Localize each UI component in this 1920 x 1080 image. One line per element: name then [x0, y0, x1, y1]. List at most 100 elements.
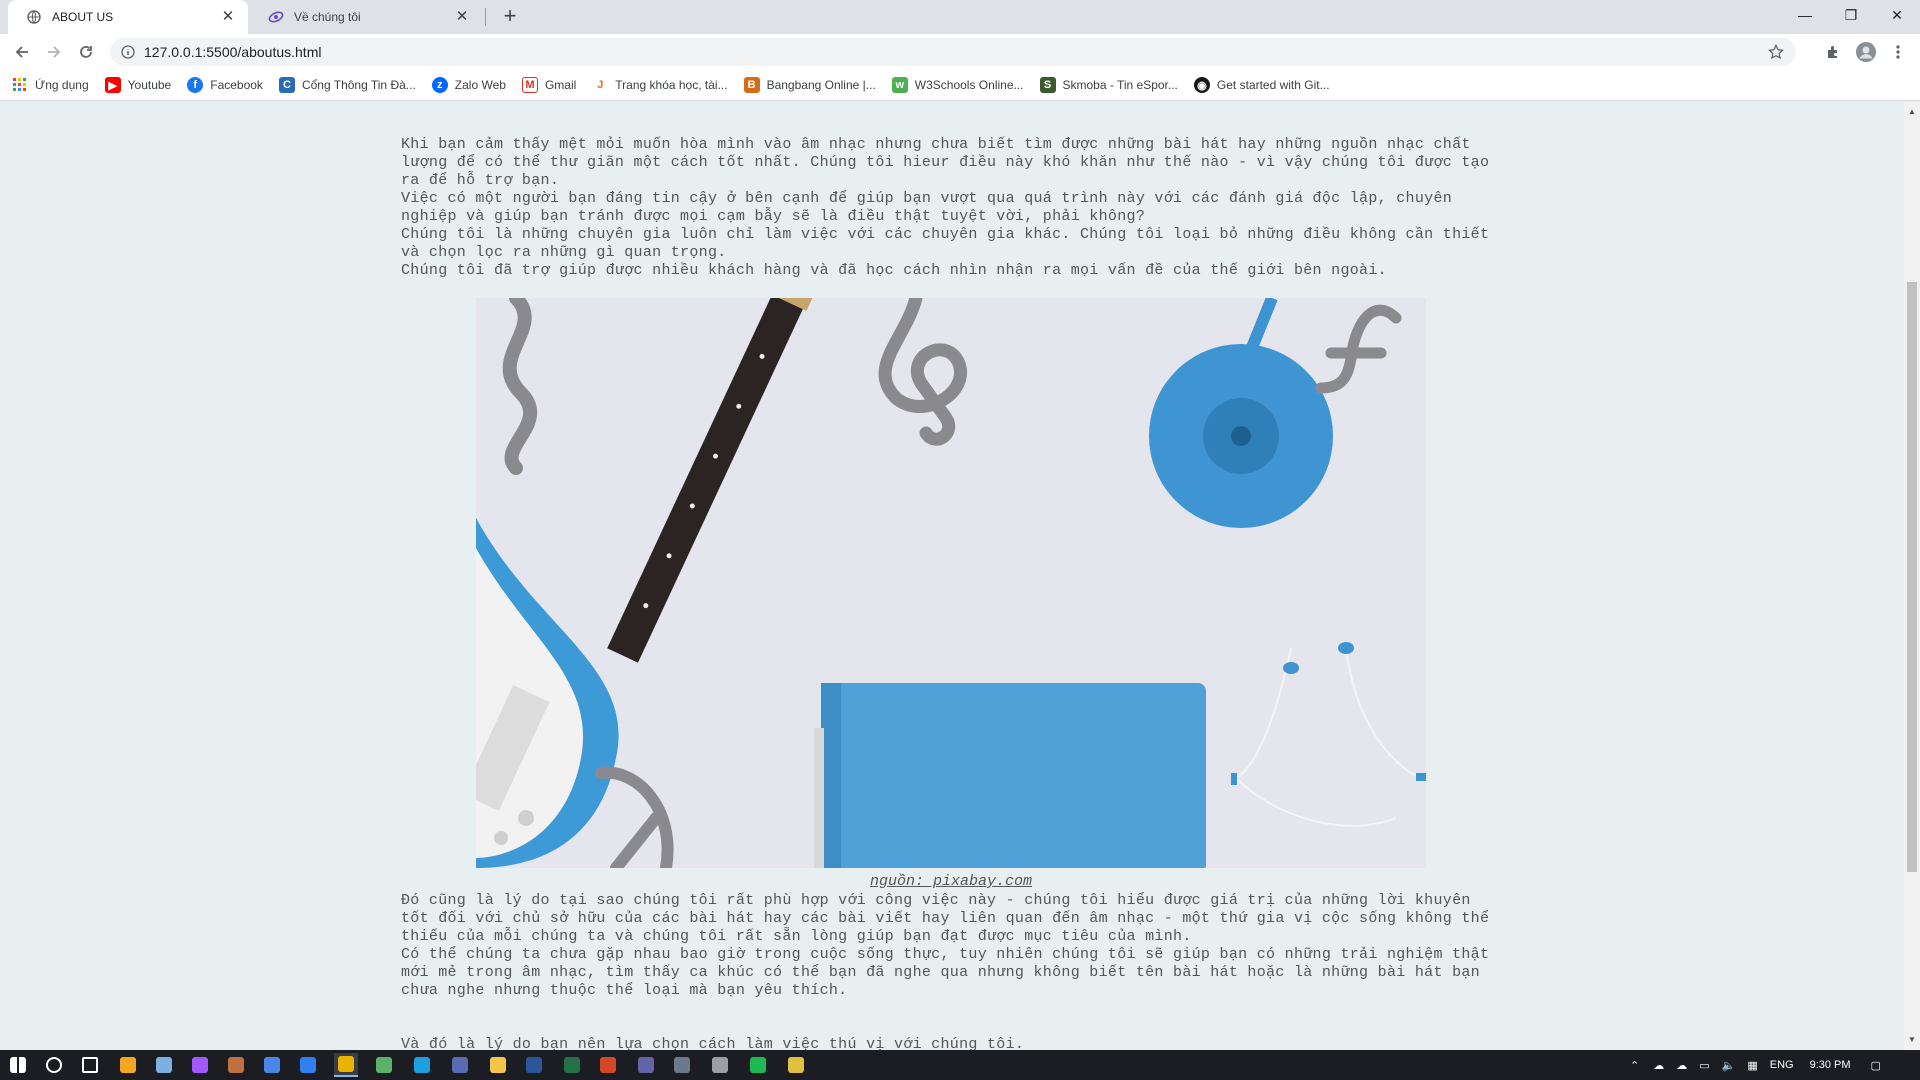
bookmark-zalo[interactable]: z Zalo Web: [431, 77, 506, 93]
clock-time[interactable]: 9:30 PM: [1810, 1059, 1851, 1071]
bookmarks-bar: Ứng dụng ▶ Youtube f Facebook C Cổng Thô…: [0, 70, 1920, 101]
bookmark-label: Youtube: [127, 78, 172, 92]
onedrive-icon[interactable]: ☁: [1653, 1059, 1664, 1072]
scroll-down-icon[interactable]: ▼: [1904, 1032, 1920, 1048]
gmail-icon: M: [521, 77, 538, 93]
minimize-icon: —: [1798, 7, 1812, 23]
game-icon[interactable]: [224, 1053, 248, 1077]
tab-separator: [485, 8, 486, 26]
portal-icon: C: [278, 77, 295, 93]
bookmark-label: Facebook: [210, 78, 263, 92]
extensions-icon[interactable]: [1823, 42, 1843, 62]
new-tab-button[interactable]: +: [498, 5, 522, 29]
page-content: Khi bạn cảm thấy mệt mỏi muốn hòa mình v…: [0, 102, 1904, 1050]
bookmark-course[interactable]: J Trang khóa học, tài...: [592, 77, 728, 93]
page-scrollbar[interactable]: ▲ ▼: [1904, 102, 1920, 1050]
app-green-icon[interactable]: [372, 1053, 396, 1077]
reload-icon: [80, 46, 92, 58]
powerpoint-icon[interactable]: [596, 1053, 620, 1077]
bookmark-facebook[interactable]: f Facebook: [187, 77, 263, 93]
spotify-icon[interactable]: [746, 1053, 770, 1077]
tray-chevron-icon[interactable]: ⌃: [1630, 1059, 1639, 1072]
intro-paragraph: Khi bạn cảm thấy mệt mỏi muốn hòa mình v…: [401, 136, 1490, 189]
menu-kebab-icon[interactable]: [1888, 42, 1908, 62]
paint-icon[interactable]: [152, 1053, 176, 1077]
facebook-icon: f: [187, 77, 204, 93]
info-icon[interactable]: [120, 44, 136, 60]
minimize-button[interactable]: —: [1782, 0, 1828, 30]
app-orange-icon[interactable]: [116, 1053, 140, 1077]
tab-ve-chung-toi[interactable]: Về chúng tôi ✕: [250, 0, 482, 34]
body-paragraph: Đó cũng là lý do tại sao chúng tôi rất p…: [401, 892, 1490, 945]
word-icon[interactable]: [522, 1053, 546, 1077]
reload-button[interactable]: [72, 38, 100, 66]
image-caption-link[interactable]: nguồn: pixabay.com: [401, 873, 1501, 890]
intro-text: Khi bạn cảm thấy mệt mỏi muốn hòa mình v…: [401, 136, 1501, 280]
bookmark-apps[interactable]: Ứng dụng: [12, 77, 89, 93]
address-bar[interactable]: 127.0.0.1:5500/aboutus.html: [110, 38, 1796, 66]
intro-paragraph: Việc có một người bạn đáng tin cậy ở bên…: [401, 190, 1453, 225]
bookmark-portal[interactable]: C Cổng Thông Tin Đà...: [278, 77, 416, 93]
bookmark-youtube[interactable]: ▶ Youtube: [104, 77, 172, 93]
mail-app-icon[interactable]: [260, 1053, 284, 1077]
w3schools-icon: w: [891, 77, 908, 93]
app-window-icon[interactable]: [448, 1053, 472, 1077]
scroll-thumb[interactable]: [1907, 282, 1917, 872]
search-icon[interactable]: [42, 1053, 66, 1077]
app-cloud-icon[interactable]: [708, 1053, 732, 1077]
body-text: Đó cũng là lý do tại sao chúng tôi rất p…: [401, 892, 1501, 1050]
skmoba-icon: S: [1039, 77, 1056, 93]
teams-icon[interactable]: [634, 1053, 658, 1077]
course-icon: J: [592, 77, 609, 93]
site-favicon-icon: [268, 9, 284, 25]
messenger-icon[interactable]: [188, 1053, 212, 1077]
browser-toolbar: 127.0.0.1:5500/aboutus.html: [0, 34, 1920, 70]
forward-button[interactable]: [40, 38, 68, 66]
tab-title: ABOUT US: [52, 10, 114, 24]
chrome-icon[interactable]: [334, 1053, 358, 1077]
bookmark-github[interactable]: ◉ Get started with Git...: [1193, 77, 1330, 93]
apps-grid-icon: [12, 77, 28, 93]
close-window-button[interactable]: ✕: [1874, 0, 1920, 30]
app-yellow-icon[interactable]: [784, 1053, 808, 1077]
start-icon[interactable]: [6, 1053, 30, 1077]
battery-icon[interactable]: ▭: [1699, 1059, 1709, 1072]
notification-icon[interactable]: ▢: [1871, 1059, 1881, 1072]
network-icon[interactable]: ▦: [1747, 1059, 1757, 1072]
bookmark-label: Trang khóa học, tài...: [615, 78, 728, 92]
close-icon: ✕: [1891, 6, 1903, 23]
tab-about-us[interactable]: ABOUT US ✕: [8, 0, 248, 34]
bookmark-gmail[interactable]: M Gmail: [521, 77, 577, 93]
windows-taskbar: ⌃ ☁ ☁ ▭ 🔈 ▦ ENG 9:30 PM ▢: [0, 1050, 1920, 1080]
bookmark-label: Bangbang Online |...: [766, 78, 876, 92]
vscode-icon[interactable]: [296, 1053, 320, 1077]
calculator-icon[interactable]: [670, 1053, 694, 1077]
bookmark-label: Zalo Web: [454, 78, 506, 92]
profile-avatar[interactable]: [1856, 42, 1876, 62]
close-tab-icon[interactable]: ✕: [454, 9, 470, 25]
volume-icon[interactable]: 🔈: [1722, 1059, 1736, 1072]
back-button[interactable]: [8, 38, 36, 66]
task-view-icon[interactable]: [78, 1053, 102, 1077]
restore-icon: ❐: [1844, 6, 1858, 23]
language-indicator[interactable]: ENG: [1770, 1059, 1794, 1071]
close-tab-icon[interactable]: ✕: [220, 9, 236, 25]
restore-button[interactable]: ❐: [1828, 0, 1874, 30]
arrow-right-icon: [48, 46, 61, 58]
bookmark-bangbang[interactable]: B Bangbang Online |...: [743, 77, 876, 93]
scroll-up-icon[interactable]: ▲: [1904, 104, 1920, 120]
youtube-icon: ▶: [104, 77, 121, 93]
bookmark-label: W3Schools Online...: [914, 78, 1024, 92]
bookmark-skmoba[interactable]: S Skmoba - Tin eSpor...: [1039, 77, 1178, 93]
edge-icon[interactable]: [410, 1053, 434, 1077]
file-explorer-icon[interactable]: [486, 1053, 510, 1077]
excel-icon[interactable]: [560, 1053, 584, 1077]
globe-icon: [26, 9, 42, 25]
bookmark-star-icon[interactable]: [1766, 42, 1786, 62]
cloud-sync-icon[interactable]: ☁: [1676, 1059, 1687, 1072]
system-tray: ⌃ ☁ ☁ ▭ 🔈 ▦ ENG 9:30 PM ▢: [1630, 1050, 1881, 1080]
bangbang-icon: B: [743, 77, 760, 93]
tab-title: Về chúng tôi: [294, 10, 361, 24]
bookmark-label: Gmail: [544, 78, 577, 92]
bookmark-w3schools[interactable]: w W3Schools Online...: [891, 77, 1024, 93]
